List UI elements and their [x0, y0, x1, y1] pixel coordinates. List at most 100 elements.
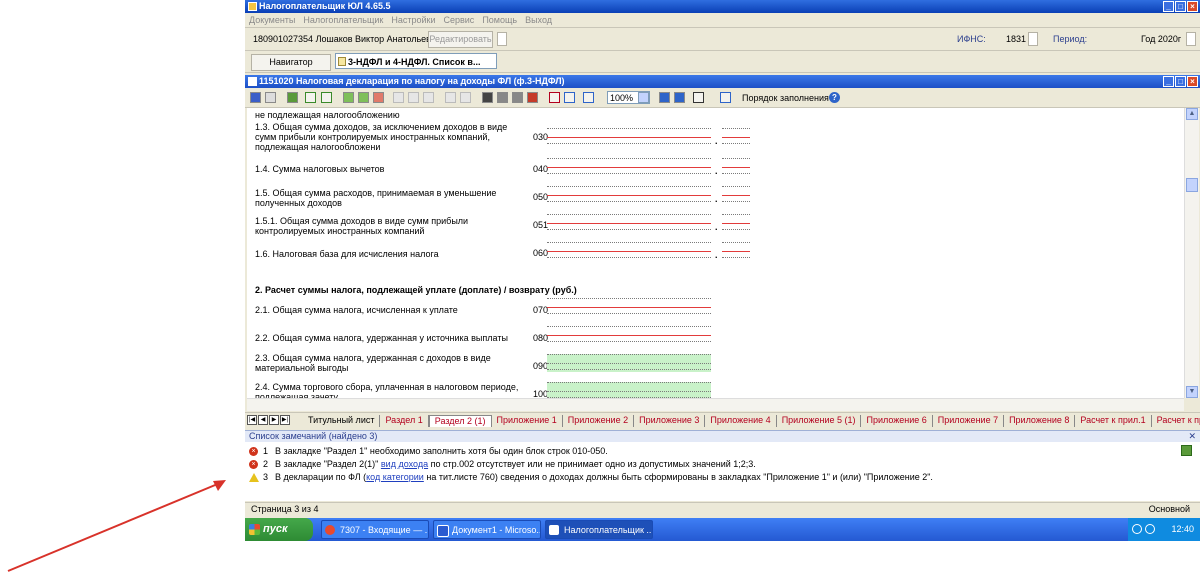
remark-item[interactable]: × 2 В закладке "Раздел 2(1)" вид дохода по…	[249, 458, 756, 470]
next-arrow-icon[interactable]	[583, 92, 594, 103]
row-code-090: 090	[533, 361, 549, 371]
taxpayer-select-button[interactable]	[497, 32, 507, 46]
search-icon[interactable]	[564, 92, 575, 103]
tab-appendix-6[interactable]: Приложение 6	[861, 415, 933, 427]
scroll-thumb[interactable]	[1186, 178, 1198, 192]
page-view-icon[interactable]	[659, 92, 670, 103]
input-050[interactable]	[547, 186, 711, 204]
input-030-kopecks[interactable]	[722, 128, 750, 146]
menu-item-service[interactable]: Сервис	[443, 13, 474, 27]
horizontal-scrollbar[interactable]	[247, 398, 1184, 411]
delete-page-icon[interactable]	[373, 92, 384, 103]
export-remarks-icon[interactable]	[1181, 445, 1192, 456]
doc-maximize-button[interactable]: □	[1175, 76, 1186, 87]
layout-icon[interactable]	[674, 92, 685, 103]
fill-order-button[interactable]: Порядок заполнения	[742, 93, 829, 103]
save-icon[interactable]	[250, 92, 261, 103]
menu-item-settings[interactable]: Настройки	[391, 13, 435, 27]
menu-item-help[interactable]: Помощь	[482, 13, 517, 27]
print-icon[interactable]	[265, 92, 276, 103]
tab-section-1[interactable]: Раздел 1	[380, 415, 429, 427]
section-2-title: 2. Расчет суммы налога, подлежащей уплат…	[255, 285, 577, 295]
close-button[interactable]: ×	[1187, 1, 1198, 12]
tab-document-list[interactable]: 3-НДФЛ и 4-НДФЛ. Список в...	[335, 53, 497, 69]
export-icon[interactable]	[287, 92, 298, 103]
input-030[interactable]	[547, 128, 711, 146]
menu-item-taxpayer[interactable]: Налогоплательщик	[303, 13, 383, 27]
row-code-080: 080	[533, 333, 549, 343]
start-button[interactable]: пуск	[245, 518, 313, 541]
tray-icon[interactable]	[1145, 524, 1155, 534]
input-051-kopecks[interactable]	[722, 214, 750, 232]
tab-title-page[interactable]: Титульный лист	[303, 415, 381, 427]
table-icon[interactable]	[482, 92, 493, 103]
input-051[interactable]	[547, 214, 711, 232]
tab-section-2[interactable]: Раздел 2 (1)	[428, 415, 492, 427]
tab-appendix-5[interactable]: Приложение 5 (1)	[777, 415, 862, 427]
tab-appendix-4[interactable]: Приложение 4	[705, 415, 777, 427]
input-050-kopecks[interactable]	[722, 186, 750, 204]
ifns-select-button[interactable]	[1028, 32, 1038, 46]
input-070[interactable]	[547, 298, 711, 316]
vertical-scrollbar[interactable]: ▲ ▼	[1184, 108, 1199, 398]
taskbar-item-word[interactable]: Документ1 - Microso...	[433, 520, 541, 539]
scroll-up-icon[interactable]: ▲	[1186, 108, 1198, 120]
period-select-button[interactable]	[1186, 32, 1196, 46]
tab-calc-appendix-5[interactable]: Расчет к прил.5	[1152, 415, 1200, 427]
copy-row-icon	[408, 92, 419, 103]
edit-button[interactable]: Редактировать	[428, 31, 493, 48]
remarks-close-icon[interactable]: ✕	[1188, 431, 1196, 442]
tab-appendix-2[interactable]: Приложение 2	[563, 415, 635, 427]
decimal-separator: .	[715, 166, 718, 176]
maximize-button[interactable]: □	[1175, 1, 1186, 12]
check-all-icon[interactable]	[321, 92, 332, 103]
doc-close-button[interactable]: ×	[1187, 76, 1198, 87]
copy-page-icon[interactable]	[358, 92, 369, 103]
input-090[interactable]	[547, 354, 711, 372]
add-page-icon[interactable]	[343, 92, 354, 103]
tab-calc-appendix-1[interactable]: Расчет к прил.1	[1075, 415, 1152, 427]
input-080[interactable]	[547, 326, 711, 344]
clear-icon[interactable]	[512, 92, 523, 103]
menu-item-exit[interactable]: Выход	[525, 13, 552, 27]
taskbar-item-label: Документ1 - Microso...	[452, 525, 541, 535]
prev-sheet-icon[interactable]: ◀	[258, 415, 268, 425]
input-040[interactable]	[547, 158, 711, 176]
scroll-down-icon[interactable]: ▼	[1186, 386, 1198, 398]
app-title: Налогоплательщик ЮЛ 4.65.5	[259, 1, 391, 11]
remark-item[interactable]: × 1 В закладке "Раздел 1" необходимо запол…	[249, 445, 608, 457]
input-040-kopecks[interactable]	[722, 158, 750, 176]
remark-link-income-type[interactable]: вид дохода	[381, 459, 428, 469]
menu-item-documents[interactable]: Документы	[249, 13, 295, 27]
fill-icon[interactable]	[497, 92, 508, 103]
taskbar-item-taxpayer[interactable]: Налогоплательщик ...	[545, 520, 653, 539]
tray-icon[interactable]	[1132, 524, 1142, 534]
minimize-button[interactable]: _	[1163, 1, 1174, 12]
first-sheet-icon[interactable]: |◀	[247, 415, 257, 425]
pen-icon[interactable]	[720, 92, 731, 103]
input-060[interactable]	[547, 242, 711, 260]
page-indicator: Страница 3 из 4	[251, 504, 319, 514]
sort-icon[interactable]	[549, 92, 560, 103]
tab-appendix-3[interactable]: Приложение 3	[634, 415, 706, 427]
zoom-dropdown-icon[interactable]	[638, 92, 649, 103]
remark-link-category-code[interactable]: код категории	[366, 472, 424, 482]
tab-appendix-8[interactable]: Приложение 8	[1004, 415, 1076, 427]
doc-minimize-button[interactable]: _	[1163, 76, 1174, 87]
check-icon[interactable]	[305, 92, 316, 103]
app-icon	[248, 2, 257, 11]
tab-appendix-7[interactable]: Приложение 7	[933, 415, 1005, 427]
tab-appendix-1[interactable]: Приложение 1	[492, 415, 563, 427]
input-060-kopecks[interactable]	[722, 242, 750, 260]
help-icon[interactable]: ?	[829, 92, 840, 103]
ifns-label: ИФНС:	[957, 34, 986, 44]
remark-item[interactable]: 3 В декларации по ФЛ (код категории на ти…	[249, 471, 933, 483]
font-icon[interactable]	[693, 92, 704, 103]
tab-navigator[interactable]: Навигатор	[251, 54, 331, 71]
taskbar-item-mail[interactable]: 7307 - Входящие — ...	[321, 520, 429, 539]
next-sheet-icon[interactable]: ▶	[269, 415, 279, 425]
input-100[interactable]	[547, 382, 711, 398]
calc-icon[interactable]	[527, 92, 538, 103]
row-label-080: 2.2. Общая сумма налога, удержанная у ис…	[255, 333, 508, 343]
last-sheet-icon[interactable]: ▶|	[280, 415, 290, 425]
